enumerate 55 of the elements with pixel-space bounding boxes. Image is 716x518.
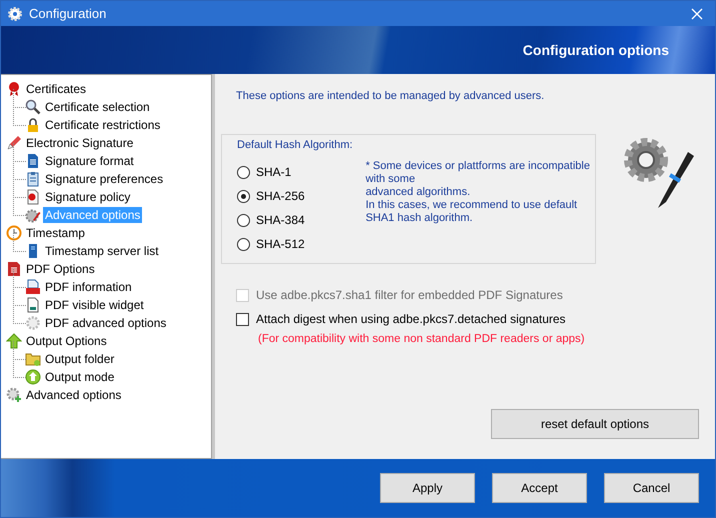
document-icon: [6, 261, 22, 277]
tree-item[interactable]: PDF advanced options: [43, 315, 168, 331]
tree-item[interactable]: Output mode: [43, 369, 116, 385]
checkbox-label: Attach digest when using adbe.pkcs7.detached signatures: [256, 312, 566, 326]
page-icon: [25, 297, 41, 313]
radio-button[interactable]: [237, 190, 250, 202]
banner-title: Configuration options: [522, 42, 669, 58]
gear-icon: [25, 315, 41, 331]
search-icon: [25, 99, 41, 115]
radio-label: SHA-256: [256, 189, 305, 203]
warning-text: (For compatibility with some non standard PDF readers or apps): [258, 333, 586, 345]
sealed-page-icon: [25, 189, 41, 205]
dialog-button[interactable]: Apply: [380, 473, 475, 503]
tree-item[interactable]: Certificates: [24, 81, 88, 97]
pdf-document-icon: [25, 279, 41, 295]
radio-button[interactable]: [237, 166, 250, 178]
checkbox[interactable]: [236, 312, 249, 326]
tree-item[interactable]: Advanced options: [24, 387, 124, 403]
tree-item[interactable]: Certificate restrictions: [43, 117, 162, 133]
window-title: Configuration: [29, 6, 108, 21]
tree-item[interactable]: Signature format: [43, 153, 136, 169]
lock-icon: [25, 117, 41, 133]
gear-plus-icon: [6, 387, 22, 403]
radio-button[interactable]: [237, 214, 250, 226]
tree-item[interactable]: PDF Options: [24, 261, 97, 277]
note-text: In this cases, we recommend to use default SHA1 hash algorithm.: [366, 199, 578, 225]
radio-label: SHA-384: [256, 213, 305, 227]
note-text: advanced algorithms.: [366, 186, 472, 199]
tree-item[interactable]: Output Options: [24, 333, 109, 349]
document-icon: [25, 153, 41, 169]
seal-icon: [6, 81, 22, 97]
tree-item[interactable]: PDF visible widget: [43, 297, 146, 313]
radio-label: SHA-512: [256, 237, 305, 251]
intro-text: These options are intended to be managed by advanced users.: [236, 90, 546, 102]
folder-icon: [25, 351, 41, 367]
reset-button[interactable]: reset default options: [491, 409, 699, 439]
tree-item[interactable]: Certificate selection: [43, 99, 152, 115]
tree-item[interactable]: Timestamp server list: [43, 243, 161, 259]
tree-item[interactable]: Signature preferences: [43, 171, 166, 187]
checkbox-label: Use adbe.pkcs7.sha1 filter for embedded PDF Signatures: [256, 288, 563, 302]
gear-icon: [7, 6, 23, 22]
up-arrow-icon: [6, 333, 22, 349]
tree-item[interactable]: PDF information: [43, 279, 134, 295]
pencil-icon: [6, 135, 22, 151]
clock-icon: [6, 225, 22, 241]
clipboard-icon: [25, 171, 41, 187]
radio-button[interactable]: [237, 238, 250, 250]
tree-item[interactable]: Output folder: [43, 351, 116, 367]
tree-item[interactable]: Timestamp: [24, 225, 87, 241]
tree-item[interactable]: Electronic Signature: [24, 135, 136, 151]
radio-label: SHA-1: [256, 165, 292, 179]
dialog-button[interactable]: Cancel: [604, 473, 699, 503]
group-title: Default Hash Algorithm:: [237, 139, 353, 151]
tree-item[interactable]: Signature policy: [43, 189, 132, 205]
dialog-button[interactable]: Accept: [492, 473, 587, 503]
